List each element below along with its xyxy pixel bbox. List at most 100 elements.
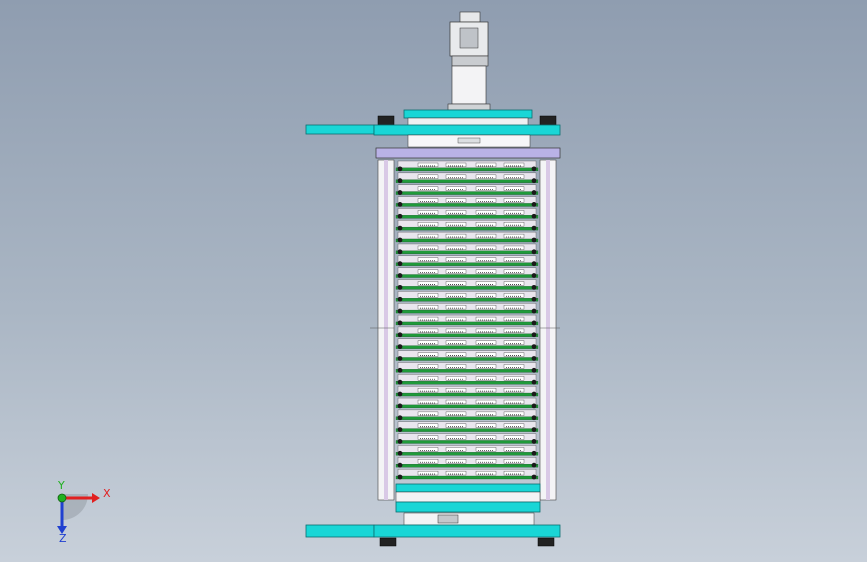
rack-assembly-model[interactable] <box>0 0 867 562</box>
shelf-contact-strip <box>395 475 539 480</box>
shelf-clamp-right <box>531 296 537 302</box>
shelf-contact-strip <box>395 262 539 266</box>
bottom-base-plate <box>373 524 561 538</box>
shelf-clamp-left <box>397 391 403 397</box>
shelf-clamp-left <box>397 178 403 184</box>
shelf-clamp-left <box>397 249 403 255</box>
shelf-clamp-right <box>531 427 537 432</box>
shelf-contact-strip <box>395 404 539 409</box>
top-cyan-plate <box>373 124 561 136</box>
shelf-contact-strip <box>395 321 539 326</box>
bottom-white-band <box>395 491 541 503</box>
top-arm-left <box>305 124 375 135</box>
shelf-contact-strip <box>395 381 539 385</box>
shelf-contact-strip <box>395 238 539 243</box>
shelf-clamp-left <box>397 450 403 456</box>
shelf-clamp-right <box>531 237 537 243</box>
shelf-clamp-right <box>531 166 537 172</box>
shelf-clamp-left <box>397 225 403 231</box>
shelf-contact-strip <box>395 298 539 302</box>
shelf-clamp-left <box>397 344 403 350</box>
x-axis-arrow <box>92 493 100 503</box>
shelf-clamp-left <box>397 367 403 373</box>
shelf-clamp-right <box>531 379 537 385</box>
shelf-clamp-left <box>397 474 403 480</box>
shelf-stack <box>395 160 539 480</box>
shelf-clamp-left <box>397 166 403 172</box>
shelf-clamp-left <box>397 213 403 219</box>
shelf-clamp-right <box>531 284 537 290</box>
shelf-clamp-left <box>397 237 403 243</box>
motor-flange <box>451 55 489 67</box>
shelf-clamp-right <box>531 367 537 373</box>
shelf-clamp-left <box>397 427 403 432</box>
shelf-clamp-right <box>531 190 537 195</box>
motor-head-window <box>459 27 479 49</box>
shelf-clamp-right <box>531 391 537 397</box>
shelf-clamp-left <box>397 308 403 314</box>
shelf-contact-strip <box>395 215 539 219</box>
motor-base <box>447 103 491 111</box>
shelf-contact-strip <box>395 345 539 349</box>
shelf-contact-strip <box>395 333 539 337</box>
motor-body <box>451 65 487 105</box>
motor-cap <box>459 11 481 23</box>
shelf-contact-strip <box>395 309 539 314</box>
y-axis-dot <box>57 493 67 503</box>
shelf-clamp-left <box>397 439 403 444</box>
shelf-clamp-right <box>531 308 537 314</box>
shelf-contact-strip <box>395 416 539 420</box>
y-axis-label: Y <box>57 480 65 492</box>
shelf-clamp-right <box>531 332 537 338</box>
z-axis-label: Z <box>59 532 67 542</box>
shelf-clamp-right <box>531 202 537 207</box>
shelf-clamp-right <box>531 474 537 480</box>
shelf-clamp-left <box>397 202 403 207</box>
shelf-clamp-right <box>531 344 537 350</box>
bottom-cyan-plate-upper <box>395 483 541 493</box>
top-mount-plate <box>403 109 533 119</box>
cad-viewport[interactable]: X Z Y <box>0 0 867 562</box>
shelf-clamp-left <box>397 332 403 338</box>
left-post-inner <box>384 160 388 500</box>
shelf-clamp-left <box>397 320 403 326</box>
bottom-cyan-plate-lower <box>395 501 541 513</box>
right-post-inner <box>546 160 550 500</box>
shelf-clamp-left <box>397 462 403 468</box>
shelf-contact-strip <box>395 250 539 254</box>
shelf-contact-strip <box>395 191 539 195</box>
shelf-clamp-right <box>531 462 537 468</box>
shelf-clamp-right <box>531 261 537 267</box>
shelf-clamp-left <box>397 190 403 195</box>
shelf-clamp-left <box>397 273 403 278</box>
shelf-contact-strip <box>395 226 539 231</box>
shelf-contact-strip <box>395 167 539 172</box>
bottom-arm-left <box>305 524 375 538</box>
top-knob-left <box>377 115 395 127</box>
shelf-contact-strip <box>395 428 539 432</box>
bottom-bearing-slot <box>437 514 459 524</box>
orientation-triad: X Z Y <box>57 480 111 542</box>
shelf-clamp-left <box>397 261 403 267</box>
shelf-contact-strip <box>395 203 539 207</box>
foot-right <box>537 537 555 547</box>
shelf-contact-strip <box>395 392 539 397</box>
shelf-contact-strip <box>395 369 539 373</box>
top-lavender-plate <box>375 147 561 159</box>
shelf-clamp-left <box>397 356 403 361</box>
shelf-contact-strip <box>395 179 539 183</box>
shelf-contact-strip <box>395 452 539 456</box>
shelf-clamp-right <box>531 225 537 231</box>
shelf-clamp-right <box>531 439 537 444</box>
shelf-clamp-left <box>397 415 403 421</box>
shelf-clamp-right <box>531 178 537 184</box>
shelf-clamp-right <box>531 403 537 409</box>
shelf-clamp-right <box>531 213 537 219</box>
shelf-clamp-right <box>531 320 537 326</box>
shelf-contact-strip <box>395 274 539 278</box>
shelf-contact-strip <box>395 463 539 468</box>
shelf-clamp-left <box>397 284 403 290</box>
shelf-contact-strip <box>395 440 539 444</box>
shelf-clamp-left <box>397 379 403 385</box>
bottom-bearing-block <box>403 512 535 526</box>
